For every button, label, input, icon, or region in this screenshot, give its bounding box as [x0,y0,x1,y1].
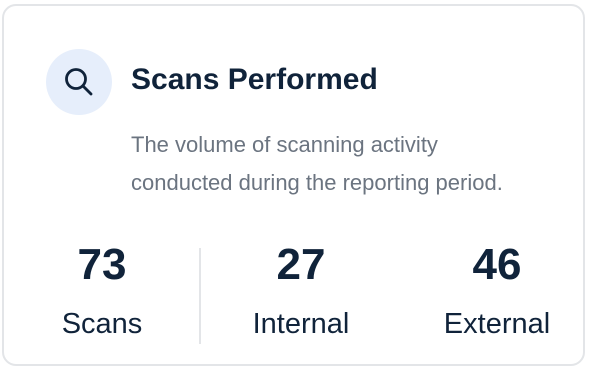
stat-value: 73 [77,240,127,289]
stat-label: Internal [252,308,350,340]
description-line: conducted during the reporting period. [131,170,503,195]
card-description: The volume of scanning activity conducte… [131,126,561,202]
stat-value: 46 [472,240,522,289]
scans-performed-card: Scans Performed The volume of scanning a… [2,4,585,366]
stat-value: 27 [276,240,326,289]
stat-internal: 27 Internal [211,238,391,344]
card-title: Scans Performed [131,63,378,96]
stat-label: Scans [61,308,143,340]
stat-scans: 73 Scans [12,238,192,344]
stat-external: 46 External [407,238,587,344]
search-icon-badge [46,49,112,115]
stat-divider [199,248,201,344]
stat-label: External [443,308,551,340]
description-line: The volume of scanning activity [131,132,438,157]
search-icon [65,68,93,96]
